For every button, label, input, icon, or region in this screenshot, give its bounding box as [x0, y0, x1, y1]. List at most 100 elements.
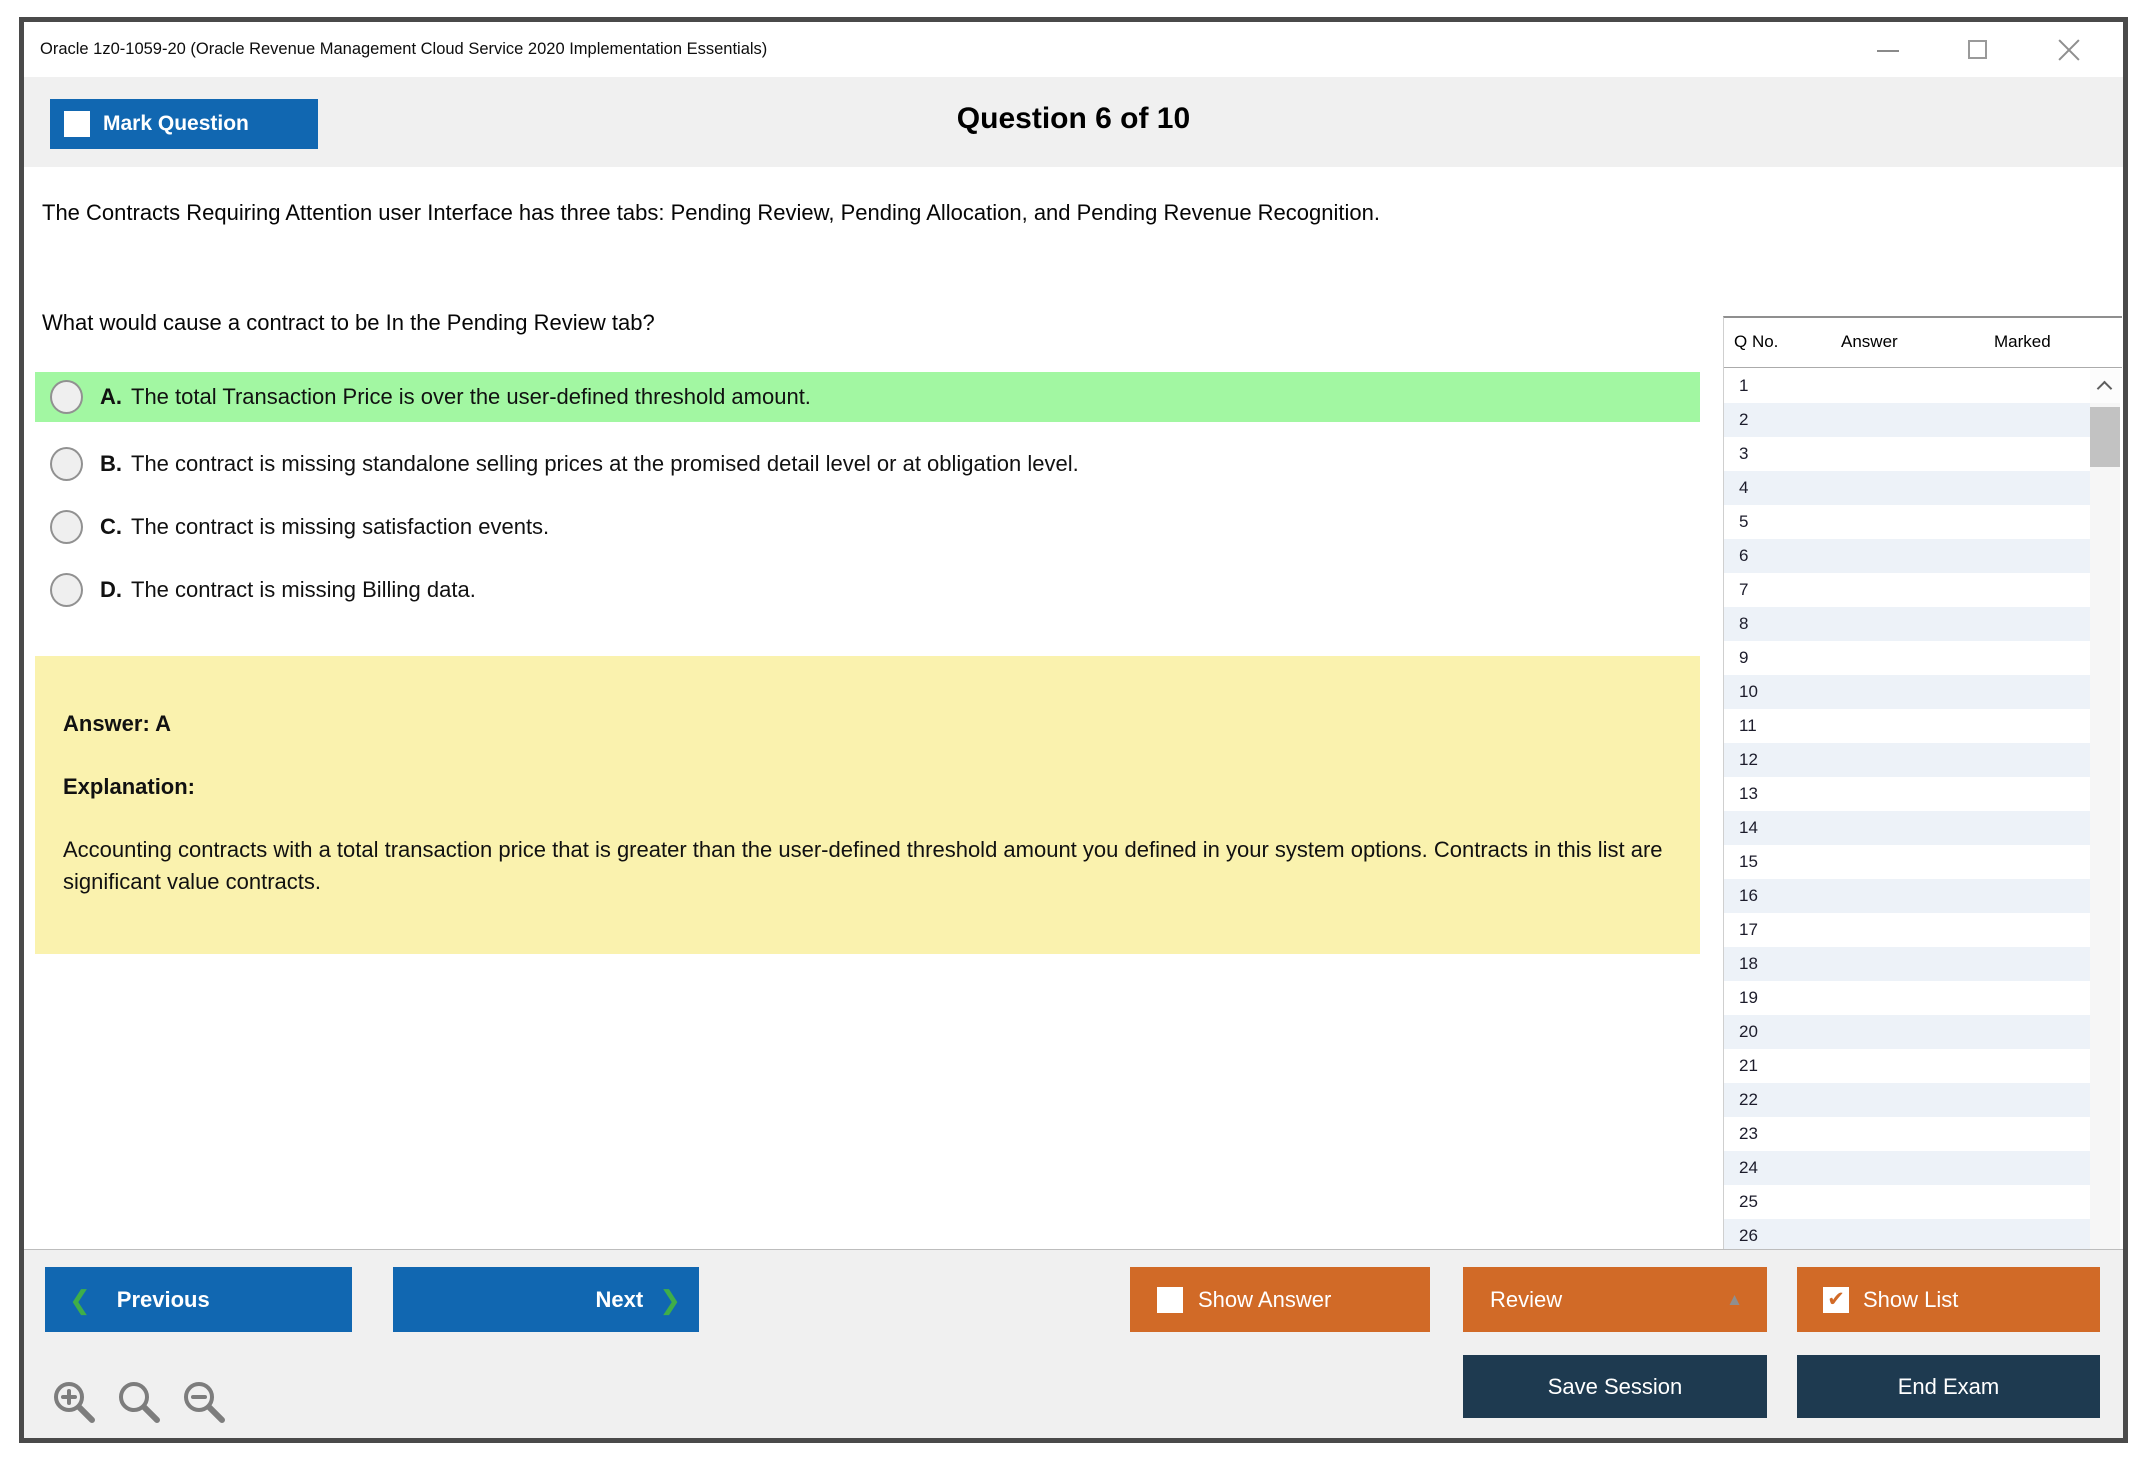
question-list-row[interactable]: 15	[1724, 845, 2090, 879]
question-list-row[interactable]: 8	[1724, 607, 2090, 641]
review-label: Review	[1490, 1286, 1563, 1312]
option-a[interactable]: A. The total Transaction Price is over t…	[35, 372, 1700, 422]
explanation-body: Accounting contracts with a total transa…	[63, 837, 1663, 894]
question-list-row[interactable]: 13	[1724, 777, 2090, 811]
row-question-number: 6	[1739, 546, 1749, 565]
option-text: The total Transaction Price is over the …	[131, 384, 811, 409]
row-question-number: 2	[1739, 410, 1749, 429]
question-list-row[interactable]: 11	[1724, 709, 2090, 743]
column-header-qno: Q No.	[1734, 332, 1779, 351]
option-letter: B.	[100, 451, 122, 476]
question-list-row[interactable]: 2	[1724, 403, 2090, 437]
row-question-number: 4	[1739, 478, 1749, 497]
question-list-row[interactable]: 6	[1724, 539, 2090, 573]
option-b[interactable]: B. The contract is missing standalone se…	[35, 439, 1700, 489]
answer-line: Answer: A	[63, 711, 171, 736]
save-session-label: Save Session	[1547, 1373, 1683, 1399]
show-list-checkbox[interactable]: ✔	[1823, 1286, 1849, 1313]
show-list-label: Show List	[1863, 1286, 1959, 1312]
option-d-radio[interactable]	[50, 573, 83, 607]
row-question-number: 3	[1739, 444, 1749, 463]
scrollbar-thumb[interactable]	[2090, 407, 2120, 467]
option-c-radio[interactable]	[50, 510, 83, 544]
option-c[interactable]: C. The contract is missing satisfaction …	[35, 502, 1700, 552]
option-letter: D.	[100, 577, 122, 602]
question-list-row[interactable]: 9	[1724, 641, 2090, 675]
question-list-row[interactable]: 16	[1724, 879, 2090, 913]
row-question-number: 26	[1739, 1226, 1758, 1245]
show-answer-checkbox[interactable]	[1157, 1286, 1183, 1313]
question-list-row[interactable]: 19	[1724, 981, 2090, 1015]
question-list-row[interactable]: 23	[1724, 1117, 2090, 1151]
title-bar: Oracle 1z0-1059-20 (Oracle Revenue Manag…	[24, 22, 2123, 77]
question-list-row[interactable]: 5	[1724, 505, 2090, 539]
column-header-marked: Marked	[1994, 332, 2051, 351]
row-question-number: 8	[1739, 614, 1749, 633]
triangle-up-icon: ▲	[1726, 1290, 1743, 1309]
show-list-button[interactable]: ✔ Show List	[1797, 1267, 2100, 1332]
question-list-row[interactable]: 3	[1724, 437, 2090, 471]
question-list-row[interactable]: 22	[1724, 1083, 2090, 1117]
row-question-number: 23	[1739, 1124, 1758, 1143]
explanation-heading: Explanation:	[63, 774, 196, 799]
row-question-number: 16	[1739, 886, 1758, 905]
next-label: Next	[595, 1286, 644, 1312]
question-list-rows: 1 2 3 4 5 6 7 8 9 10 11 12 13 14 15 16 1…	[1724, 369, 2090, 1389]
question-list-row[interactable]: 4	[1724, 471, 2090, 505]
question-list-row[interactable]: 18	[1724, 947, 2090, 981]
show-answer-label: Show Answer	[1198, 1286, 1332, 1312]
show-answer-button[interactable]: Show Answer	[1130, 1267, 1430, 1332]
scrollbar-up-arrow-icon[interactable]	[2090, 369, 2120, 403]
window-title: Oracle 1z0-1059-20 (Oracle Revenue Manag…	[40, 40, 768, 58]
row-question-number: 12	[1739, 750, 1758, 769]
option-b-radio[interactable]	[50, 447, 83, 481]
row-question-number: 18	[1739, 954, 1758, 973]
question-list-scrollbar[interactable]	[2090, 369, 2120, 1391]
row-question-number: 9	[1739, 648, 1749, 667]
row-question-number: 10	[1739, 682, 1758, 701]
row-question-number: 1	[1739, 376, 1749, 395]
column-header-answer: Answer	[1841, 332, 1898, 351]
question-list-row[interactable]: 10	[1724, 675, 2090, 709]
question-list-row[interactable]: 20	[1724, 1015, 2090, 1049]
question-counter: Question 6 of 10	[956, 102, 1191, 135]
row-question-number: 11	[1739, 716, 1757, 735]
zoom-in-icon[interactable]	[50, 1378, 98, 1426]
chevron-left-icon: ❮	[69, 1284, 91, 1315]
close-icon[interactable]	[2053, 22, 2087, 77]
minimize-icon[interactable]	[1871, 22, 1905, 77]
row-question-number: 24	[1739, 1158, 1758, 1177]
question-list-row[interactable]: 17	[1724, 913, 2090, 947]
question-list-row[interactable]: 26	[1724, 1219, 2090, 1253]
question-list-row[interactable]: 7	[1724, 573, 2090, 607]
magnifier-icon[interactable]	[115, 1378, 163, 1426]
review-button[interactable]: Review ▲	[1463, 1267, 1767, 1332]
question-list-row[interactable]: 25	[1724, 1185, 2090, 1219]
option-letter: A.	[100, 384, 122, 409]
row-question-number: 22	[1739, 1090, 1758, 1109]
question-list-row[interactable]: 12	[1724, 743, 2090, 777]
app-window: Oracle 1z0-1059-20 (Oracle Revenue Manag…	[19, 17, 2128, 1443]
row-question-number: 14	[1739, 818, 1758, 837]
question-list-row[interactable]: 1	[1724, 369, 2090, 403]
row-question-number: 20	[1739, 1022, 1758, 1041]
zoom-out-icon[interactable]	[180, 1378, 228, 1426]
question-area: The Contracts Requiring Attention user I…	[24, 167, 2123, 1413]
end-exam-button[interactable]: End Exam	[1797, 1355, 2100, 1418]
explanation-panel: Answer: A Explanation: Accounting contra…	[35, 656, 1700, 954]
previous-button[interactable]: ❮ Previous	[45, 1267, 352, 1332]
question-list-row[interactable]: 21	[1724, 1049, 2090, 1083]
question-list-row[interactable]: 24	[1724, 1151, 2090, 1185]
option-d[interactable]: D. The contract is missing Billing data.	[35, 565, 1700, 615]
option-a-radio[interactable]	[50, 380, 83, 414]
question-prompt: What would cause a contract to be In the…	[42, 310, 655, 335]
row-question-number: 5	[1739, 512, 1749, 531]
save-session-button[interactable]: Save Session	[1463, 1355, 1767, 1418]
question-text: The Contracts Requiring Attention user I…	[42, 200, 1380, 225]
option-letter: C.	[100, 514, 122, 539]
maximize-icon[interactable]	[1961, 22, 1995, 77]
checkmark-icon: ✔	[1827, 1288, 1845, 1311]
question-list-row[interactable]: 14	[1724, 811, 2090, 845]
header-band: Mark Question Question 6 of 10	[24, 77, 2123, 167]
next-button[interactable]: Next ❯	[393, 1267, 699, 1332]
